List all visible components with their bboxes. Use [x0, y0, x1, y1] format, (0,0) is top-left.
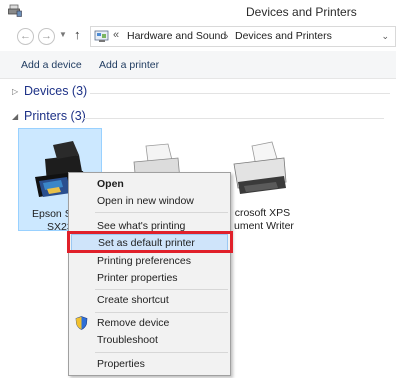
menu-separator [95, 212, 228, 213]
menu-item-open-new-window[interactable]: Open in new window [97, 193, 194, 210]
group-divider [84, 118, 384, 119]
menu-item-remove-device[interactable]: Remove device [97, 315, 169, 332]
highlight-annotation [67, 231, 233, 253]
group-label-printers: Printers (3) [24, 109, 86, 123]
recent-locations-button[interactable]: ▼ [59, 30, 67, 39]
add-device-button[interactable]: Add a device [21, 59, 82, 71]
menu-item-troubleshoot[interactable]: Troubleshoot [97, 332, 158, 349]
title-bar: Devices and Printers [0, 0, 396, 25]
menu-item-printing-preferences[interactable]: Printing preferences [97, 253, 191, 270]
menu-separator [95, 312, 228, 313]
devices-printers-icon [8, 4, 22, 20]
back-button[interactable]: ← [17, 28, 34, 45]
command-bar: Add a device Add a printer [0, 51, 396, 79]
address-overflow[interactable]: « [113, 29, 119, 41]
chevron-right-icon[interactable]: › [225, 30, 229, 42]
breadcrumb-devices-and-printers[interactable]: Devices and Printers [235, 30, 332, 42]
arrow-right-icon: → [41, 30, 52, 42]
up-button[interactable]: ↑ [74, 27, 81, 42]
menu-separator [95, 289, 228, 290]
chevron-right-icon[interactable]: ▷ [12, 87, 18, 96]
printer-name-xps: crosoft XPS ument Writer [231, 207, 294, 233]
chevron-down-icon[interactable]: ◢ [12, 112, 18, 121]
printer-name-xps-line2: ument Writer [234, 220, 294, 232]
printer-tile-xps[interactable] [226, 140, 292, 203]
forward-button[interactable]: → [38, 28, 55, 45]
uac-shield-icon [75, 316, 88, 333]
context-menu: Open Open in new window See what's print… [68, 172, 231, 376]
printer-name-xps-line1: crosoft XPS [234, 207, 291, 219]
window-title: Devices and Printers [246, 5, 357, 19]
control-panel-icon [94, 30, 110, 46]
menu-item-open[interactable]: Open [97, 176, 124, 193]
group-divider [90, 93, 390, 94]
menu-item-printer-properties[interactable]: Printer properties [97, 270, 178, 287]
address-bar[interactable]: « Hardware and Sound › Devices and Print… [90, 26, 396, 47]
menu-item-properties[interactable]: Properties [97, 356, 145, 373]
menu-separator [95, 352, 228, 353]
arrow-up-icon: ↑ [74, 27, 81, 42]
printer-icon [226, 141, 292, 203]
arrow-left-icon: ← [20, 30, 31, 42]
navigation-bar: ← → ▼ ↑ « Hardware and Sound › Devices a… [0, 25, 396, 51]
add-printer-button[interactable]: Add a printer [99, 59, 159, 71]
menu-item-create-shortcut[interactable]: Create shortcut [97, 292, 169, 309]
chevron-down-icon[interactable]: ⌄ [381, 31, 389, 42]
breadcrumb-hardware-and-sound[interactable]: Hardware and Sound [127, 30, 226, 42]
group-label-devices: Devices (3) [24, 84, 88, 98]
